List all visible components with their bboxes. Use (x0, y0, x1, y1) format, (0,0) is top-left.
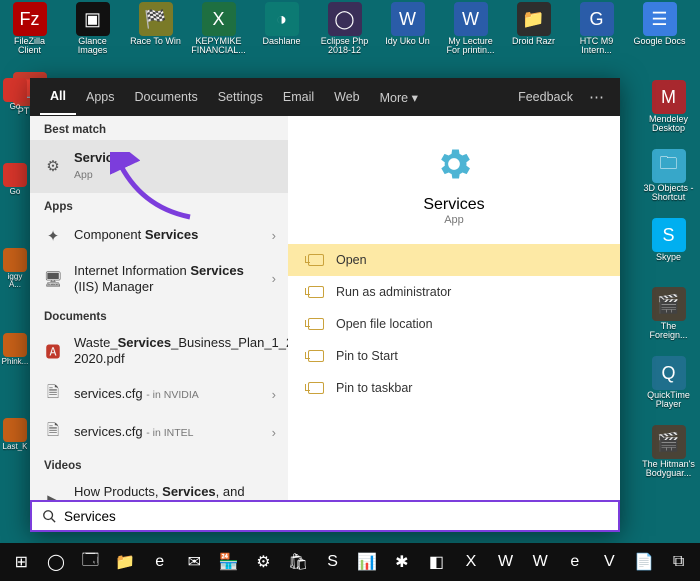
desktop-icon[interactable]: QQuickTime Player (641, 356, 696, 421)
desktop-icon[interactable]: GHTC M9 Intern... (569, 2, 624, 67)
action-icon (308, 286, 324, 298)
desktop-icon[interactable]: iggy A... (2, 248, 28, 313)
result-best-services[interactable]: ⚙ Services App (30, 140, 288, 193)
desktop-icon[interactable]: SSkype (641, 218, 696, 283)
result-app-component-services[interactable]: ✦ Component Services › (30, 217, 288, 255)
action-icon (308, 350, 324, 362)
action-pin-to-start[interactable]: Pin to Start (288, 340, 620, 372)
desktop-icon[interactable]: Phink... (2, 333, 28, 398)
result-doc-waste-services[interactable]: 🅰 Waste_Services_Business_Plan_1_2015-20… (30, 327, 288, 376)
chevron-right-icon: › (272, 228, 276, 243)
desktop-icon[interactable]: 📁Droid Razr (506, 2, 561, 67)
file-icon: 🗎 (42, 384, 64, 406)
desktop-icon[interactable]: ◯Eclipse Php 2018-12 (317, 2, 372, 67)
tab-documents[interactable]: Documents (124, 80, 207, 114)
taskbar-button[interactable]: W (523, 543, 558, 581)
more-icon[interactable]: ⋯ (583, 88, 610, 106)
search-tabs: AllAppsDocumentsSettingsEmailWebMore ▾ F… (30, 78, 620, 116)
tab-settings[interactable]: Settings (208, 80, 273, 114)
action-icon (308, 382, 324, 394)
search-input[interactable] (64, 509, 608, 524)
desktop-icon[interactable]: MMendeley Desktop (641, 80, 696, 145)
taskbar-button[interactable]: 🏪 (212, 543, 247, 581)
taskbar-button[interactable]: S (315, 543, 350, 581)
tab-more[interactable]: More ▾ (370, 80, 428, 115)
desktop-icon[interactable]: Go (2, 78, 28, 143)
taskbar-button[interactable]: ✉ (177, 543, 212, 581)
desktop-icon[interactable]: XKEPYMIKE FINANCIAL... (191, 2, 246, 67)
desktop-icon[interactable]: Go (2, 163, 28, 228)
desktop-icon[interactable]: WMy Lecture For printin... (443, 2, 498, 67)
desktop-left-column: Go Go iggy A... Phink... Last_K (2, 78, 28, 483)
action-icon (308, 318, 324, 330)
taskbar-button[interactable]: ◯ (39, 543, 74, 581)
detail-pane: Services App OpenRun as administratorOpe… (288, 116, 620, 532)
taskbar-button[interactable]: 📁 (108, 543, 143, 581)
action-icon (308, 254, 324, 266)
taskbar-button[interactable]: V (592, 543, 627, 581)
section-best-match: Best match (30, 116, 288, 140)
search-bar[interactable] (30, 500, 620, 532)
taskbar-button[interactable]: e (142, 543, 177, 581)
action-pin-to-taskbar[interactable]: Pin to taskbar (288, 372, 620, 404)
taskbar-button[interactable]: 🗔 (73, 543, 108, 581)
taskbar-button[interactable]: ◧ (419, 543, 454, 581)
desktop-icon[interactable]: Last_K (2, 418, 28, 483)
tab-email[interactable]: Email (273, 80, 324, 114)
detail-title: Services (423, 196, 484, 214)
component-icon: ✦ (42, 225, 64, 247)
taskbar: ⊞◯🗔📁e✉🏪⚙🛍S📊✱◧XWWeV📄⧉ (0, 543, 700, 581)
taskbar-button[interactable]: ⧉ (661, 543, 696, 581)
taskbar-button[interactable]: 📄 (627, 543, 662, 581)
iis-icon: 🖥 (42, 268, 64, 290)
desktop-right-column: MMendeley Desktop🗀3D Objects - ShortcutS… (641, 80, 696, 490)
desktop-icon[interactable]: FzFileZilla Client (2, 2, 57, 67)
desktop-icon[interactable]: 🗀3D Objects - Shortcut (641, 149, 696, 214)
feedback-link[interactable]: Feedback (508, 80, 583, 114)
taskbar-button[interactable]: W (488, 543, 523, 581)
action-open-file-location[interactable]: Open file location (288, 308, 620, 340)
desktop-icon[interactable]: ◑Dashlane (254, 2, 309, 67)
desktop-icon[interactable]: ▣Glance Images (65, 2, 120, 67)
gear-icon: ⚙ (42, 155, 64, 177)
taskbar-button[interactable]: e (558, 543, 593, 581)
section-videos: Videos (30, 452, 288, 476)
section-apps: Apps (30, 193, 288, 217)
file-icon: 🗎 (42, 422, 64, 444)
result-app-iis-manager[interactable]: 🖥 Internet Information Services (IIS) Ma… (30, 255, 288, 304)
detail-subtitle: App (444, 214, 464, 226)
desktop-icon[interactable]: 🎬The Foreign... (641, 287, 696, 352)
taskbar-button[interactable]: ⚙ (246, 543, 281, 581)
chevron-right-icon: › (272, 271, 276, 286)
chevron-right-icon: › (272, 387, 276, 402)
taskbar-button[interactable]: X (454, 543, 489, 581)
action-open[interactable]: Open (288, 244, 620, 276)
result-doc-cfg-intel[interactable]: 🗎 services.cfg - in INTEL › (30, 414, 288, 452)
tab-all[interactable]: All (40, 79, 76, 115)
services-gear-icon (434, 144, 474, 184)
results-list: Best match ⚙ Services App Apps ✦ Compone… (30, 116, 288, 532)
tab-apps[interactable]: Apps (76, 80, 125, 114)
desktop-icon[interactable]: WIdy Uko Un (380, 2, 435, 67)
result-doc-cfg-nvidia[interactable]: 🗎 services.cfg - in NVIDIA › (30, 376, 288, 414)
tab-web[interactable]: Web (324, 80, 369, 114)
desktop-icon[interactable]: ☰Google Docs (632, 2, 687, 67)
taskbar-button[interactable]: 📊 (350, 543, 385, 581)
section-documents: Documents (30, 303, 288, 327)
desktop-icon[interactable]: 🎬The Hitman's Bodyguar... (641, 425, 696, 490)
taskbar-button[interactable]: ✱ (385, 543, 420, 581)
taskbar-button[interactable]: 🛍 (281, 543, 316, 581)
taskbar-button[interactable]: ⊞ (4, 543, 39, 581)
chevron-right-icon: › (272, 425, 276, 440)
search-icon (42, 509, 56, 523)
action-run-as-administrator[interactable]: Run as administrator (288, 276, 620, 308)
desktop-icon[interactable]: 🏁Race To Win (128, 2, 183, 67)
pdf-icon: 🅰 (42, 340, 64, 362)
search-panel: AllAppsDocumentsSettingsEmailWebMore ▾ F… (30, 78, 620, 532)
